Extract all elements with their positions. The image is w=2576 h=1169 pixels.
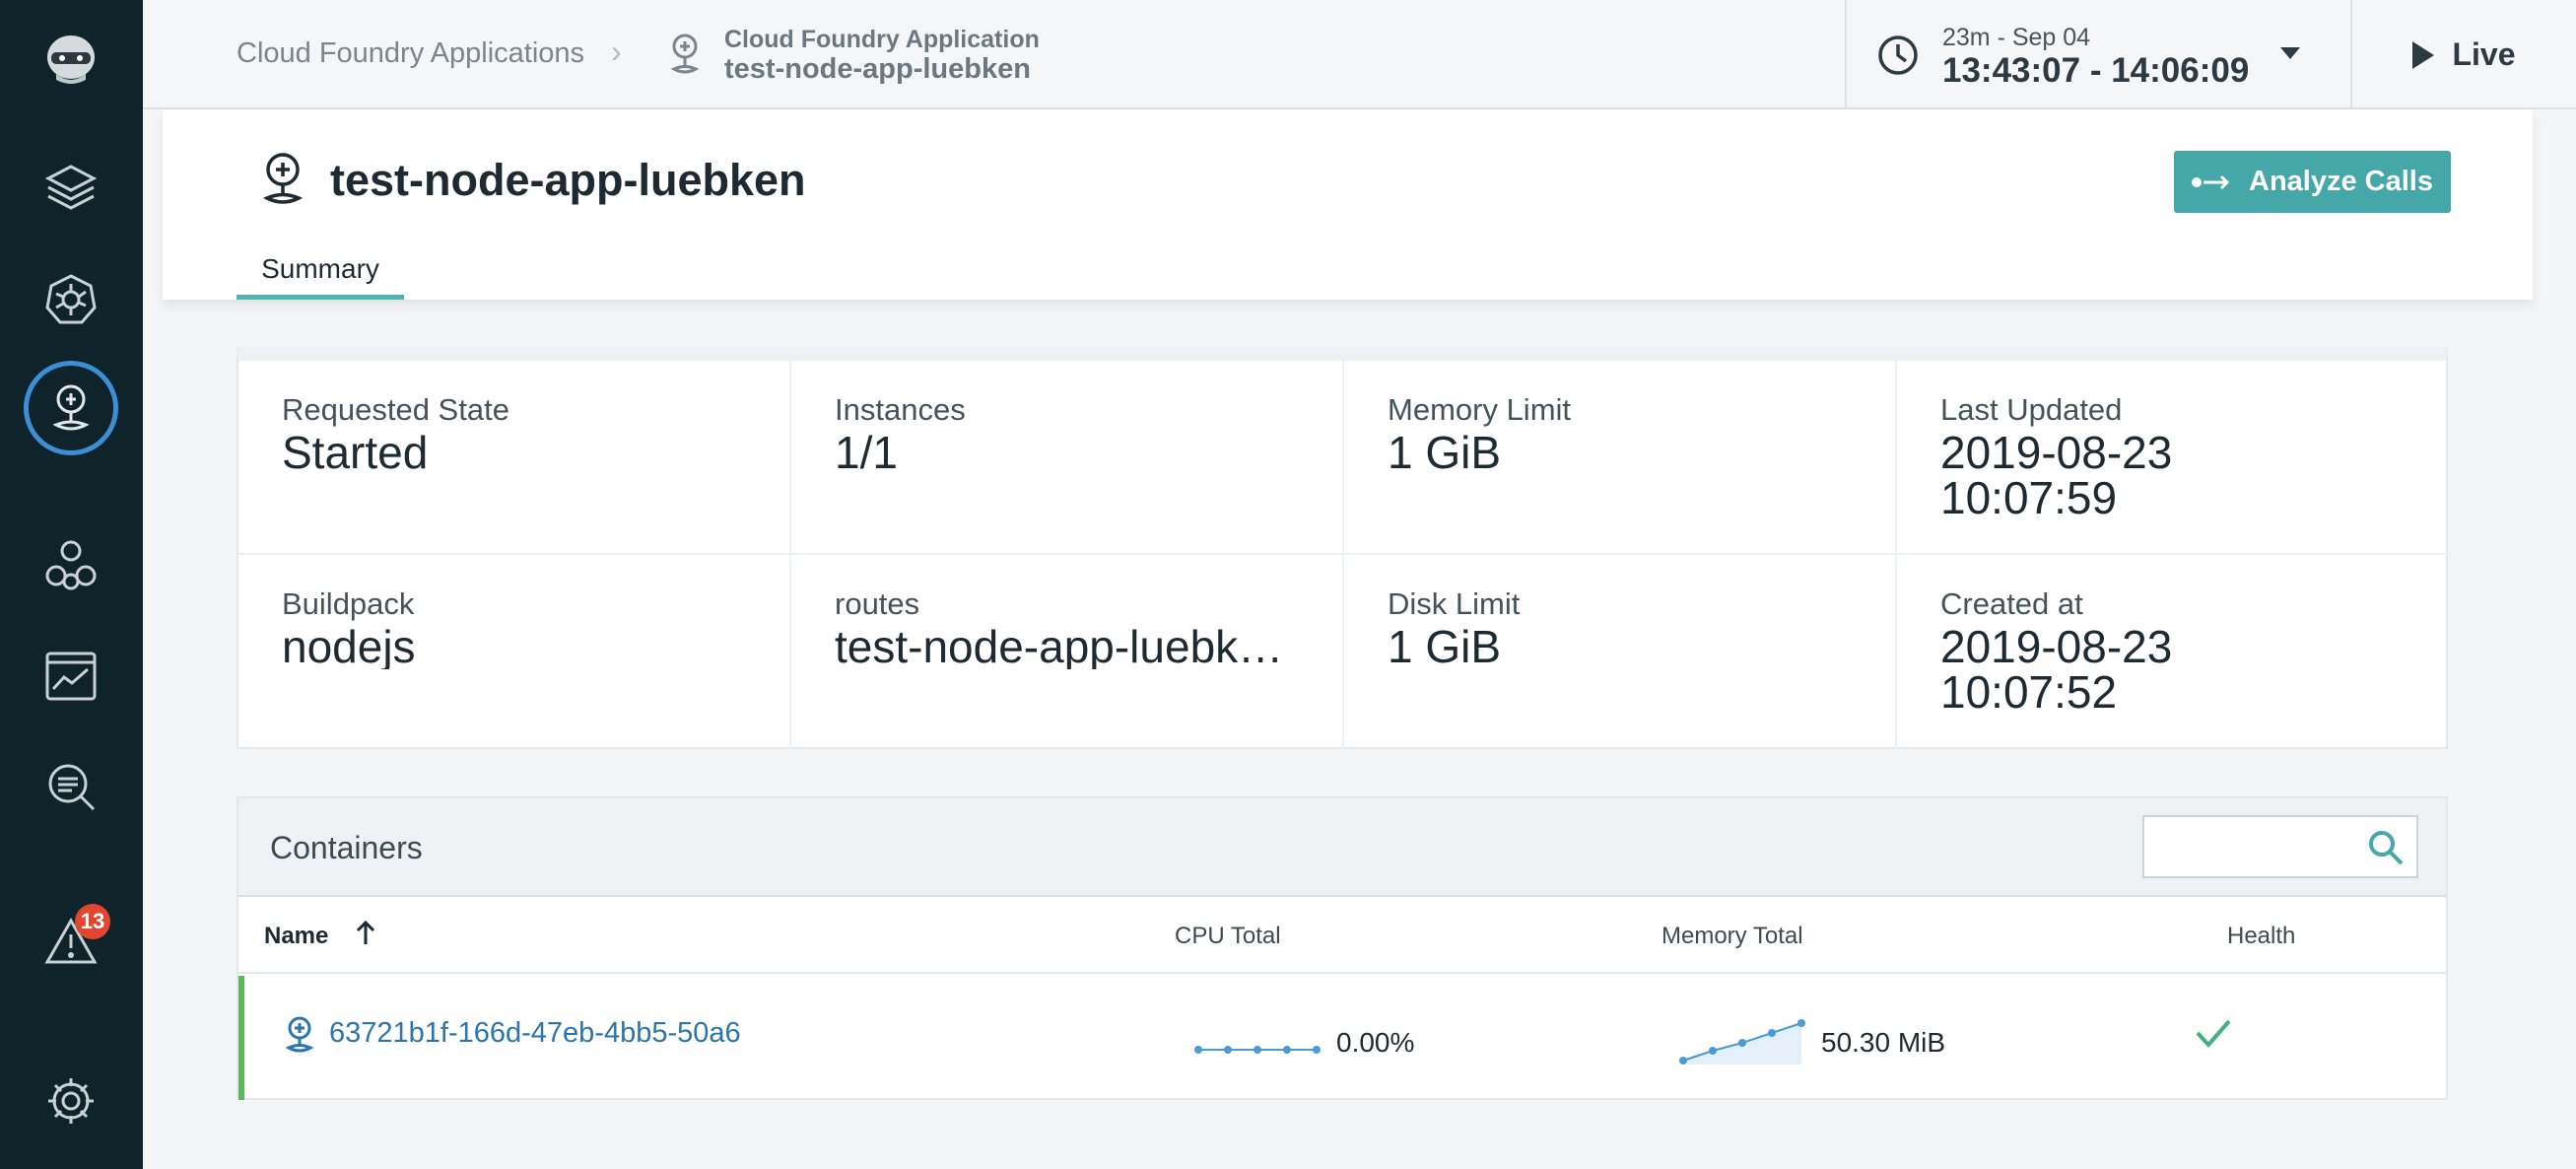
clock-icon (1878, 35, 1918, 75)
cpu-total-value: 0.00% (1336, 1027, 1415, 1058)
disk-limit-cell: Disk Limit 1 GiB (1344, 555, 1897, 749)
breadcrumb-current-name: test-node-app-luebken (724, 53, 1031, 85)
cpu-sparkline (1194, 1046, 1321, 1054)
play-icon (2412, 40, 2435, 69)
last-updated-date: 2019-08-23 (1940, 430, 2173, 475)
live-button[interactable]: Live (2352, 0, 2576, 109)
check-icon (2196, 1019, 2231, 1048)
column-header-memory[interactable]: Memory Total (1661, 923, 1803, 950)
memory-total-value: 50.30 MiB (1821, 1027, 1946, 1058)
containers-header: Containers (238, 798, 2446, 895)
buildpack-cell: Buildpack nodejs (238, 555, 791, 749)
kubernetes-icon-svg (45, 274, 97, 324)
table-header: Name CPU Total Memory Total Health (238, 895, 2446, 974)
instances-label: Instances (835, 392, 966, 427)
cloud-foundry-icon (285, 1016, 314, 1053)
services-icon[interactable] (32, 525, 110, 604)
analyze-calls-button[interactable]: Analyze Calls (2174, 151, 2451, 213)
memory-limit-label: Memory Limit (1388, 392, 1572, 427)
containers-panel: Containers Name CPU Total Memory Total H… (237, 796, 2448, 1100)
settings-icon[interactable] (32, 1062, 110, 1140)
dashboard-icon-svg (45, 652, 97, 701)
time-range-label: 23m - Sep 04 (1942, 24, 2091, 51)
container-name-link[interactable]: 63721b1f-166d-47eb-4bb5-50a6 (329, 1017, 741, 1050)
memory-sparkline (1679, 1019, 1805, 1065)
cloud-foundry-icon-svg (52, 384, 90, 431)
breadcrumb-current-type: Cloud Foundry Application (724, 26, 1040, 53)
cloud-foundry-icon (262, 153, 304, 204)
last-updated-cell: Last Updated 2019-08-23 10:07:59 (1897, 361, 2450, 555)
last-updated-label: Last Updated (1940, 392, 2123, 427)
sidebar: 13 (0, 0, 143, 1169)
time-range-picker[interactable]: 23m - Sep 04 13:43:07 - 14:06:09 (1845, 0, 2352, 109)
routes-label: routes (835, 586, 920, 621)
last-updated-time: 10:07:59 (1940, 475, 2118, 520)
search-input[interactable] (2142, 815, 2418, 878)
instances-cell: Instances 1/1 (791, 361, 1344, 555)
kubernetes-icon[interactable] (32, 259, 110, 338)
services-icon-svg (45, 540, 97, 590)
analyze-calls-icon (2192, 174, 2230, 189)
routes-value: test-node-app-luebken.cfapps.io (835, 624, 1299, 669)
cloud-foundry-icon (670, 34, 700, 74)
robot-logo-icon-svg (47, 35, 95, 84)
stack-icon[interactable] (32, 148, 110, 227)
page-title: test-node-app-luebken (330, 155, 806, 205)
alert-count-badge: 13 (75, 904, 110, 939)
time-range-value: 13:43:07 - 14:06:09 (1942, 51, 2250, 90)
gear-icon-svg (48, 1078, 94, 1124)
disk-limit-label: Disk Limit (1388, 586, 1521, 621)
buildpack-value: nodejs (282, 624, 416, 669)
containers-title: Containers (270, 830, 423, 865)
top-bar: Cloud Foundry Applications › Cloud Found… (143, 0, 2576, 109)
tab-summary[interactable]: Summary (237, 238, 404, 300)
robot-logo-icon[interactable] (32, 20, 110, 99)
analyze-calls-label: Analyze Calls (2249, 166, 2433, 197)
requested-state-cell: Requested State Started (238, 361, 791, 555)
alert-icon[interactable]: 13 (32, 902, 110, 981)
search-icon[interactable] (2367, 829, 2405, 866)
created-at-date: 2019-08-23 (1940, 624, 2173, 669)
created-at-time: 10:07:52 (1940, 669, 2118, 715)
table-row[interactable]: 63721b1f-166d-47eb-4bb5-50a6 0.00% 50.30… (238, 976, 2446, 1100)
analyze-icon[interactable] (32, 747, 110, 826)
created-at-cell: Created at 2019-08-23 10:07:52 (1897, 555, 2450, 749)
app-header: test-node-app-luebken Summary Analyze Ca… (163, 109, 2533, 300)
live-label: Live (2452, 36, 2516, 72)
memory-limit-value: 1 GiB (1388, 430, 1502, 475)
analyze-icon-svg (48, 764, 96, 811)
chevron-down-icon (2280, 47, 2300, 59)
summary-panel: Requested State Started Instances 1/1 Me… (237, 347, 2450, 749)
buildpack-label: Buildpack (282, 586, 415, 621)
stack-icon-svg (44, 165, 98, 210)
requested-state-label: Requested State (282, 392, 509, 427)
column-header-name[interactable]: Name (264, 923, 328, 950)
requested-state-value: Started (282, 430, 429, 475)
disk-limit-value: 1 GiB (1388, 624, 1502, 669)
created-at-label: Created at (1940, 586, 2083, 621)
dashboard-icon[interactable] (32, 637, 110, 716)
breadcrumb-chevron-icon: › (611, 34, 622, 69)
column-header-cpu[interactable]: CPU Total (1175, 923, 1281, 950)
breadcrumb-parent-link[interactable]: Cloud Foundry Applications (237, 37, 584, 70)
memory-limit-cell: Memory Limit 1 GiB (1344, 361, 1897, 555)
instances-value: 1/1 (835, 430, 898, 475)
routes-cell: routes test-node-app-luebken.cfapps.io (791, 555, 1344, 749)
sort-up-icon[interactable] (351, 919, 380, 948)
column-header-health[interactable]: Health (2227, 923, 2295, 950)
cloud-foundry-icon[interactable] (24, 361, 118, 455)
